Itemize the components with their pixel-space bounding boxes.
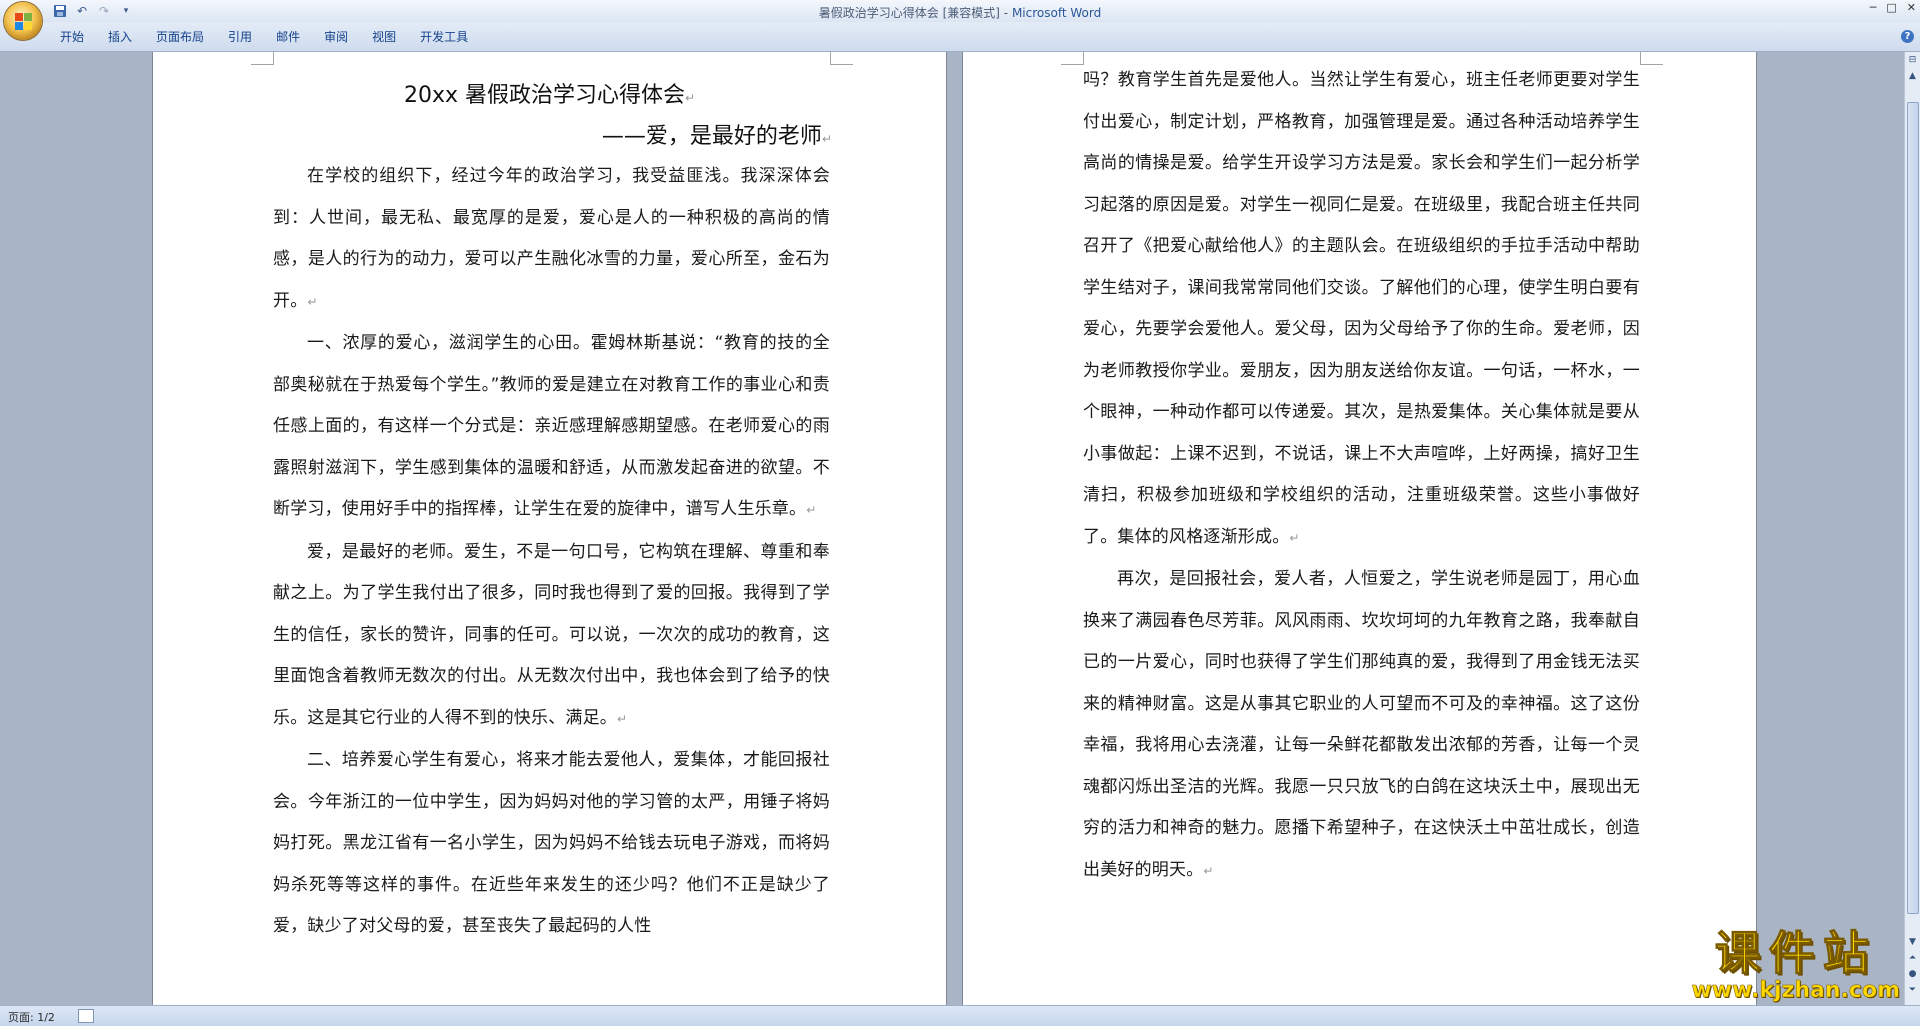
prev-page-icon[interactable]: ⏶ [1906, 952, 1919, 965]
paragraph: 吗？教育学生首先是爱他人。当然让学生有爱心，班主任老师更要对学生付出爱心，制定计… [1083, 60, 1640, 559]
paragraph-text: 吗？教育学生首先是爱他人。当然让学生有爱心，班主任老师更要对学生付出爱心，制定计… [1083, 70, 1640, 547]
window-title-doc: 暑假政治学习心得体会 [兼容模式] [818, 6, 1000, 20]
document-title-text: 20xx 暑假政治学习心得体会 [403, 83, 685, 108]
tab-developer[interactable]: 开发工具 [410, 29, 482, 45]
document-subtitle-text: ——爱，是最好的老师 [601, 124, 822, 149]
tab-view[interactable]: 视图 [362, 29, 410, 45]
crop-mark [251, 52, 274, 65]
window-title-app: Microsoft Word [1011, 6, 1102, 20]
paragraph-mark: ↵ [1203, 863, 1214, 878]
paragraph-text: 再次，是回报社会，爱人者，人恒爱之，学生说老师是园丁，用心血换来了满园春色尽芳菲… [1083, 569, 1640, 880]
document-title: 20xx 暑假政治学习心得体会↵ [153, 77, 946, 109]
ribbon-tab-bar: 开始 插入 页面布局 引用 邮件 审阅 视图 开发工具 ? [0, 22, 1920, 52]
paragraph-mark: ↵ [821, 132, 832, 146]
office-button-icon[interactable] [4, 2, 42, 40]
scrollbar-thumb[interactable] [1907, 102, 1919, 914]
watermark-logo: 课件站 www.kjzhan.com [1691, 926, 1900, 1004]
paragraph: 二、培养爱心学生有爱心，将来才能去爱他人，爱集体，才能回报社会。今年浙江的一位中… [273, 740, 830, 948]
tab-review[interactable]: 审阅 [314, 29, 362, 45]
tab-insert[interactable]: 插入 [98, 29, 146, 45]
paragraph-text: 二、培养爱心学生有爱心，将来才能去爱他人，爱集体，才能回报社会。今年浙江的一位中… [273, 750, 830, 936]
minimize-icon[interactable]: ─ [1870, 1, 1877, 14]
help-icon[interactable]: ? [1901, 30, 1914, 43]
close-icon[interactable]: ✕ [1907, 1, 1916, 14]
select-browse-icon[interactable]: ● [1906, 968, 1919, 981]
watermark-main: 课件站 [1714, 926, 1877, 980]
document-page-1[interactable]: 20xx 暑假政治学习心得体会↵ ——爱，是最好的老师↵ 在学校的组织下，经过今… [152, 52, 947, 1005]
tab-home[interactable]: 开始 [50, 29, 98, 45]
status-bar: 页面: 1/2 [0, 1005, 1920, 1026]
paragraph: 爱，是最好的老师。爱生，不是一句口号，它构筑在理解、尊重和奉献之上。为了学生我付… [273, 532, 830, 741]
paragraph-mark: ↵ [1289, 530, 1300, 545]
paragraph-mark: ↵ [684, 91, 696, 105]
ruler-toggle-icon[interactable]: ⊟ [1906, 54, 1919, 67]
window-title-separator: - [999, 6, 1012, 20]
ribbon-tabs: 开始 插入 页面布局 引用 邮件 审阅 视图 开发工具 [50, 29, 482, 45]
scroll-up-icon[interactable]: ▲ [1906, 70, 1919, 83]
status-page-count[interactable]: 页面: 1/2 [8, 1009, 55, 1025]
view-layout-icon[interactable] [78, 1009, 94, 1023]
maximize-icon[interactable]: □ [1886, 1, 1896, 14]
vertical-scrollbar[interactable]: ⊟ ▲ ▼ ⏶ ● ⏷ [1904, 52, 1920, 1005]
tab-references[interactable]: 引用 [218, 29, 266, 45]
page-1-body: 在学校的组织下，经过今年的政治学习，我受益匪浅。我深深体会到：人世间，最无私、最… [273, 156, 830, 948]
tab-page-layout[interactable]: 页面布局 [146, 29, 218, 45]
paragraph-text: 爱，是最好的老师。爱生，不是一句口号，它构筑在理解、尊重和奉献之上。为了学生我付… [273, 541, 830, 728]
document-workspace: 20xx 暑假政治学习心得体会↵ ——爱，是最好的老师↵ 在学校的组织下，经过今… [0, 52, 1905, 1005]
paragraph: 一、浓厚的爱心，滋润学生的心田。霍姆林斯基说：“教育的技的全部奥秘就在于热爱每个… [273, 323, 830, 532]
tab-mailings[interactable]: 邮件 [266, 29, 314, 45]
paragraph: 再次，是回报社会，爱人者，人恒爱之，学生说老师是园丁，用心血换来了满园春色尽芳菲… [1083, 559, 1640, 892]
document-page-2[interactable]: 吗？教育学生首先是爱他人。当然让学生有爱心，班主任老师更要对学生付出爱心，制定计… [962, 52, 1757, 1005]
window-title: 暑假政治学习心得体会 [兼容模式] - Microsoft Word [0, 4, 1920, 21]
page-2-body: 吗？教育学生首先是爱他人。当然让学生有爱心，班主任老师更要对学生付出爱心，制定计… [1083, 60, 1640, 892]
paragraph-text: 一、浓厚的爱心，滋润学生的心田。霍姆林斯基说：“教育的技的全部奥秘就在于热爱每个… [273, 333, 830, 519]
paragraph-mark: ↵ [307, 294, 318, 309]
crop-mark [830, 52, 853, 65]
crop-mark [1061, 52, 1084, 65]
scroll-down-icon[interactable]: ▼ [1906, 936, 1919, 949]
paragraph-text: 在学校的组织下，经过今年的政治学习，我受益匪浅。我深深体会到：人世间，最无私、最… [273, 166, 830, 311]
next-page-icon[interactable]: ⏷ [1906, 984, 1919, 997]
document-subtitle: ——爱，是最好的老师↵ [602, 118, 832, 150]
window-controls: ─ □ ✕ [1870, 1, 1916, 14]
paragraph-mark: ↵ [617, 711, 628, 726]
crop-mark [1640, 52, 1663, 65]
title-bar: ↶ ↷ ▾ 暑假政治学习心得体会 [兼容模式] - Microsoft Word… [0, 0, 1920, 22]
paragraph: 在学校的组织下，经过今年的政治学习，我受益匪浅。我深深体会到：人世间，最无私、最… [273, 156, 830, 323]
watermark-url: www.kjzhan.com [1691, 978, 1900, 1004]
paragraph-mark: ↵ [806, 503, 817, 517]
